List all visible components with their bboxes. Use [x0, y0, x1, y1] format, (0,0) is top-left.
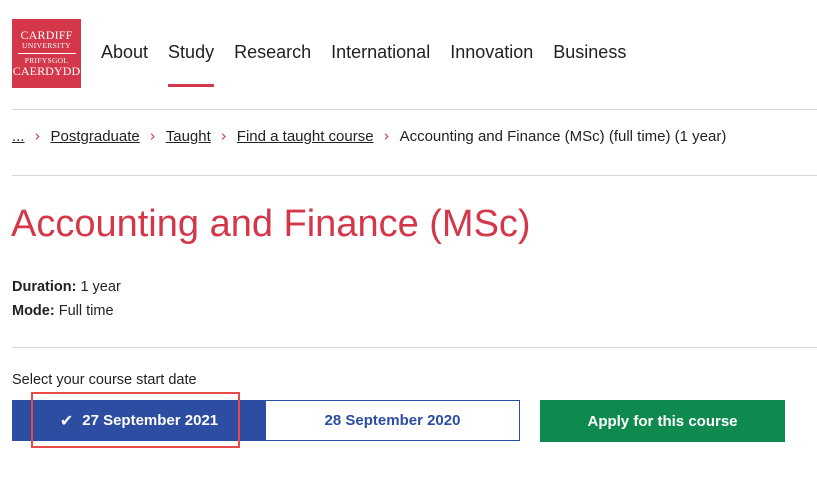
apply-button-label: Apply for this course	[587, 412, 738, 430]
course-mode: Mode: Full time	[12, 303, 114, 319]
logo-line-1: CARDIFF	[20, 28, 73, 42]
course-duration: Duration: 1 year	[12, 279, 121, 295]
header-divider	[12, 109, 817, 110]
duration-label: Duration:	[12, 279, 77, 295]
start-date-label: Select your course start date	[12, 372, 197, 388]
logo-line-2: UNIVERSITY	[22, 41, 71, 50]
nav-item-international[interactable]: International	[331, 42, 430, 63]
start-date-option-2021[interactable]: ✔ 27 September 2021	[12, 400, 266, 441]
main-nav: About Study Research International Innov…	[101, 42, 646, 87]
breadcrumb-taught[interactable]: Taught	[166, 128, 211, 145]
breadcrumb-find-course[interactable]: Find a taught course	[237, 128, 374, 145]
cardiff-university-logo[interactable]: CARDIFF UNIVERSITY PRIFYSGOL CAERDYDD	[12, 19, 81, 88]
chevron-right-icon: ›	[383, 127, 390, 145]
section-divider	[12, 347, 817, 348]
mode-value: Full time	[58, 303, 114, 319]
checkmark-icon: ✔	[59, 411, 74, 430]
start-date-option-label: 28 September 2020	[324, 412, 461, 429]
breadcrumb-divider	[12, 175, 817, 176]
nav-item-research[interactable]: Research	[234, 42, 311, 63]
mode-label: Mode:	[12, 303, 55, 319]
logo-divider	[17, 53, 76, 54]
chevron-right-icon: ›	[220, 127, 227, 145]
breadcrumb-ellipsis[interactable]: ...	[12, 128, 25, 145]
apply-button[interactable]: Apply for this course	[540, 400, 785, 442]
start-date-option-label: 27 September 2021	[82, 412, 219, 429]
breadcrumb-postgraduate[interactable]: Postgraduate	[51, 128, 140, 145]
nav-item-study[interactable]: Study	[168, 42, 215, 87]
chevron-right-icon: ›	[34, 127, 41, 145]
duration-value: 1 year	[80, 279, 121, 295]
page: CARDIFF UNIVERSITY PRIFYSGOL CAERDYDD Ab…	[0, 0, 817, 481]
logo-line-4: CAERDYDD	[12, 64, 81, 78]
nav-item-innovation[interactable]: Innovation	[450, 42, 533, 63]
breadcrumb: ... › Postgraduate › Taught › Find a tau…	[12, 127, 726, 145]
page-title: Accounting and Finance (MSc)	[11, 203, 531, 245]
breadcrumb-current: Accounting and Finance (MSc) (full time)…	[399, 127, 727, 145]
start-date-option-2020[interactable]: 28 September 2020	[265, 400, 520, 441]
chevron-right-icon: ›	[149, 127, 156, 145]
nav-item-business[interactable]: Business	[553, 42, 626, 63]
nav-item-about[interactable]: About	[101, 42, 148, 63]
